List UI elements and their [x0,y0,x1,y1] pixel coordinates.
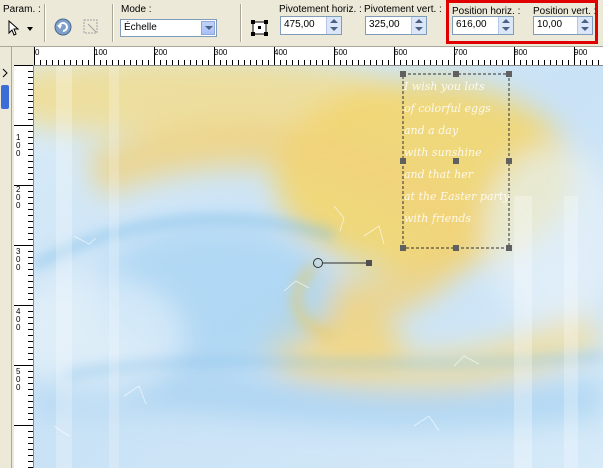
perspective-button[interactable] [249,17,271,39]
text-line: I wish you lots [404,80,485,93]
greeting-text: I wish you lots of colorful eggs and a d… [404,76,544,230]
mode-label: Mode : [121,4,152,15]
mode-value: Échelle [124,22,157,33]
ruler-label: 400 [16,307,21,332]
text-line: with friends [404,212,472,225]
deform-icon [83,19,98,34]
chevron-down-icon[interactable] [201,21,215,35]
position-horizontal-value: 616,00 [456,19,487,30]
pivot-vertical-value: 325,00 [369,19,400,30]
ruler-label: 100 [94,48,108,57]
ruler-label: 300 [16,247,21,272]
horizontal-ruler[interactable]: 0 100 200 300 400 500 600 700 800 900 [34,47,603,66]
ruler-label: 800 [514,48,528,57]
preset-dropdown[interactable] [3,18,37,38]
spin-arrows-icon[interactable] [498,17,513,34]
spin-arrows-icon[interactable] [577,17,592,34]
pivot-vertical-label: Pivotement vert. : [364,4,442,15]
ruler-label: 200 [154,48,168,57]
vertical-ruler[interactable]: 100 200 300 400 500 [14,65,34,468]
image-canvas[interactable]: I wish you lots of colorful eggs and a d… [34,66,603,468]
transform-box-icon [251,20,268,36]
toolbar-separator [240,4,242,42]
mode-select[interactable]: Échelle [120,19,217,37]
text-line: with sunshine [404,146,482,159]
ruler-label: 0 [35,48,40,57]
text-line: at the Easter party [404,190,510,203]
toolbar-separator [112,4,114,42]
pick-tool-icon [8,19,33,36]
text-line: of colorful eggs [404,102,491,115]
position-vertical-value: 10,00 [537,19,563,30]
reset-button[interactable] [52,16,74,38]
ruler-label: 600 [394,48,408,57]
ruler-label: 400 [274,48,288,57]
text-line: and that her [404,168,474,181]
ruler-label: 900 [574,48,588,57]
tool-options-toolbar: Param. : Mode : Échelle Pivotement horiz… [0,0,603,47]
pivot-horizontal-input[interactable]: 475,00 [280,16,342,35]
position-vertical-input[interactable]: 10,00 [533,16,593,35]
ruler-label: 200 [16,185,21,210]
reset-icon [54,18,72,36]
ruler-label: 700 [454,48,468,57]
panel-tab[interactable] [1,85,9,109]
pivot-vertical-input[interactable]: 325,00 [365,16,427,35]
ruler-label: 100 [16,133,21,158]
spin-arrows-icon[interactable] [326,17,341,34]
ruler-label: 500 [334,48,348,57]
spin-arrows-icon[interactable] [411,17,426,34]
ruler-label: 500 [16,367,21,392]
toolbar-separator [44,4,46,42]
apply-button[interactable] [80,16,102,38]
rotation-handle[interactable] [313,258,373,268]
tools-panel-marks [2,68,8,78]
pivot-horizontal-label: Pivotement horiz. : [279,4,362,15]
pivot-horizontal-value: 475,00 [284,19,315,30]
text-line: and a day [404,124,459,137]
position-horizontal-input[interactable]: 616,00 [452,16,514,35]
tools-panel [0,47,12,468]
param-label: Param. : [3,4,41,15]
ruler-label: 300 [214,48,228,57]
